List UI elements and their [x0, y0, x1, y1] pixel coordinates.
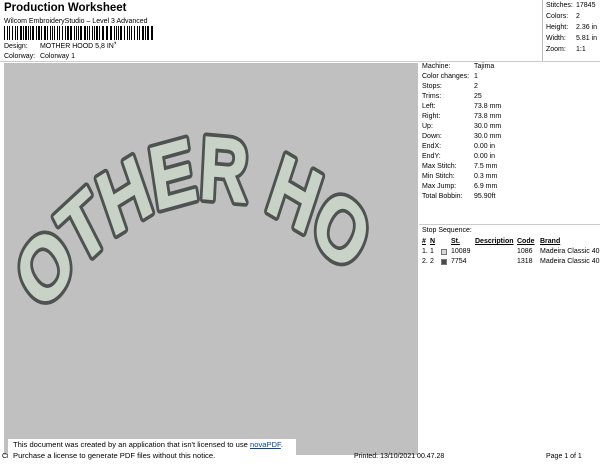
- stat-stitches: Stitches: 17845: [546, 2, 596, 9]
- barcode-bar: [36, 26, 37, 40]
- barcode-bar: [44, 26, 46, 40]
- barcode-bar: [50, 26, 51, 40]
- detail-left: Left: 73.8 mm: [422, 103, 502, 110]
- barcode-bar: [80, 26, 82, 40]
- barcode-bar: [67, 26, 69, 40]
- barcode-bar: [70, 26, 72, 40]
- detail-down: Down: 30.0 mm: [422, 133, 502, 140]
- barcode-bar: [57, 26, 58, 40]
- stat-width: Width: 5.81 in: [546, 35, 598, 42]
- detail-up: Up: 30.0 mm: [422, 123, 502, 130]
- barcode-bar: [15, 26, 16, 40]
- printed-timestamp: Printed: 13/10/2021 00.47.28: [354, 453, 445, 460]
- barcode-bar: [139, 26, 140, 40]
- page-number: Page 1 of 1: [546, 453, 582, 460]
- barcode-bar: [28, 26, 29, 40]
- detail-right: Right: 73.8 mm: [422, 113, 502, 120]
- stat-height: Height: 2.36 in: [546, 24, 598, 31]
- license-notice: This document was created by an applicat…: [8, 439, 296, 464]
- detail-max-stitch: Max Stitch: 7.5 mm: [422, 163, 498, 170]
- stop-sequence-divider: [419, 224, 600, 225]
- barcode-bar: [129, 26, 130, 40]
- barcode-bar: [89, 26, 90, 40]
- detail-machine: Machine: Tajima: [422, 63, 495, 70]
- barcode-bar: [96, 26, 98, 40]
- barcode-image: [4, 26, 153, 40]
- detail-total-bobbin: Total Bobbin: 95.90ft: [422, 193, 496, 200]
- colorway-value: Colorway 1: [39, 53, 75, 60]
- design-label: Design:: [4, 43, 28, 50]
- detail-min-stitch: Min Stitch: 0.3 mm: [422, 173, 498, 180]
- colorway-row: Colorway: Colorway 1: [4, 53, 75, 60]
- barcode-bar: [124, 26, 125, 40]
- barcode-bar: [78, 26, 79, 40]
- barcode-bar: [99, 26, 100, 40]
- artwork-fill-text: MOTHER HOOD: [0, 0, 385, 329]
- barcode-bar: [102, 26, 104, 40]
- barcode-bar: [87, 26, 88, 40]
- barcode-bar: [92, 26, 93, 40]
- barcode-bar: [134, 26, 135, 40]
- barcode-bar: [20, 26, 22, 40]
- barcode-bar: [65, 26, 66, 40]
- barcode-bar: [145, 26, 146, 40]
- barcode-bar: [4, 26, 5, 40]
- details-panel: Machine: Tajima Color changes: 1 Stops: 2 T…: [419, 62, 600, 454]
- barcode-marker: ,: [114, 36, 117, 45]
- barcode-bar: [62, 26, 63, 40]
- stat-colors: Colors: 2: [546, 13, 580, 20]
- detail-max-jump: Max Jump: 6.9 mm: [422, 183, 498, 190]
- detail-stops: Stops: 2: [422, 83, 478, 90]
- stop-sequence-title: Stop Sequence:: [422, 227, 472, 234]
- detail-trims: Trims: 25: [422, 93, 482, 100]
- barcode-bar: [7, 26, 8, 40]
- barcode-bar: [74, 26, 75, 40]
- design-value: MOTHER HOOD 5,8 IN: [39, 43, 114, 50]
- barcode-bar: [76, 26, 77, 40]
- table-row: 1. 1 10089 1086 Madeira Classic 40: [422, 248, 600, 255]
- barcode-bar: [59, 26, 60, 40]
- design-canvas: MOTHER HOOD MOTHER HOOD: [0, 0, 418, 455]
- color-swatch: [441, 259, 447, 265]
- artwork-fill: MOTHER HOOD: [4, 63, 383, 329]
- barcode-bar: [23, 26, 24, 40]
- barcode-bar: [47, 26, 48, 40]
- worksheet-title: Production Worksheet: [4, 2, 127, 14]
- novapdf-link[interactable]: novaPDF: [250, 440, 281, 449]
- barcode-bar: [110, 26, 112, 40]
- barcode-bar: [32, 26, 34, 40]
- software-subtitle: Wilcom EmbroideryStudio – Level 3 Advanc…: [4, 18, 148, 25]
- barcode-bar: [38, 26, 40, 40]
- barcode-bar: [17, 26, 18, 40]
- table-row: 2. 2 7754 1318 Madeira Classic 40: [422, 258, 600, 265]
- color-swatch: [441, 249, 447, 255]
- barcode-bar: [127, 26, 128, 40]
- stats-box: Stitches: 17845 Colors: 2 Height: 2.36 in W…: [542, 0, 600, 61]
- detail-color-changes: Color changes: 1: [422, 73, 478, 80]
- detail-endx: EndX: 0.00 in: [422, 143, 496, 150]
- barcode-bar: [151, 26, 153, 40]
- barcode-bar: [9, 26, 10, 40]
- stat-zoom: Zoom: 1:1: [546, 46, 586, 53]
- barcode-bar: [84, 26, 86, 40]
- barcode-bar: [94, 26, 95, 40]
- barcode-bar: [131, 26, 132, 40]
- barcode-bar: [52, 26, 53, 40]
- barcode-bar: [118, 26, 119, 40]
- embroidery-artwork: MOTHER HOOD MOTHER HOOD: [0, 0, 388, 332]
- barcode-bar: [142, 26, 144, 40]
- barcode-bar: [12, 26, 13, 40]
- barcode-bar: [106, 26, 108, 40]
- barcode-bar: [147, 26, 149, 40]
- barcode-bar: [41, 26, 42, 40]
- stop-sequence-header: # N St. Description Code Brand: [422, 238, 561, 245]
- design-row: Design: MOTHER HOOD 5,8 IN: [4, 43, 114, 50]
- barcode-bar: [137, 26, 138, 40]
- barcode-bar: [120, 26, 122, 40]
- barcode-bar: [30, 26, 31, 40]
- barcode-bar: [25, 26, 27, 40]
- colorway-label: Colorway:: [4, 53, 36, 60]
- detail-endy: EndY: 0.00 in: [422, 153, 496, 160]
- barcode-bar: [54, 26, 55, 40]
